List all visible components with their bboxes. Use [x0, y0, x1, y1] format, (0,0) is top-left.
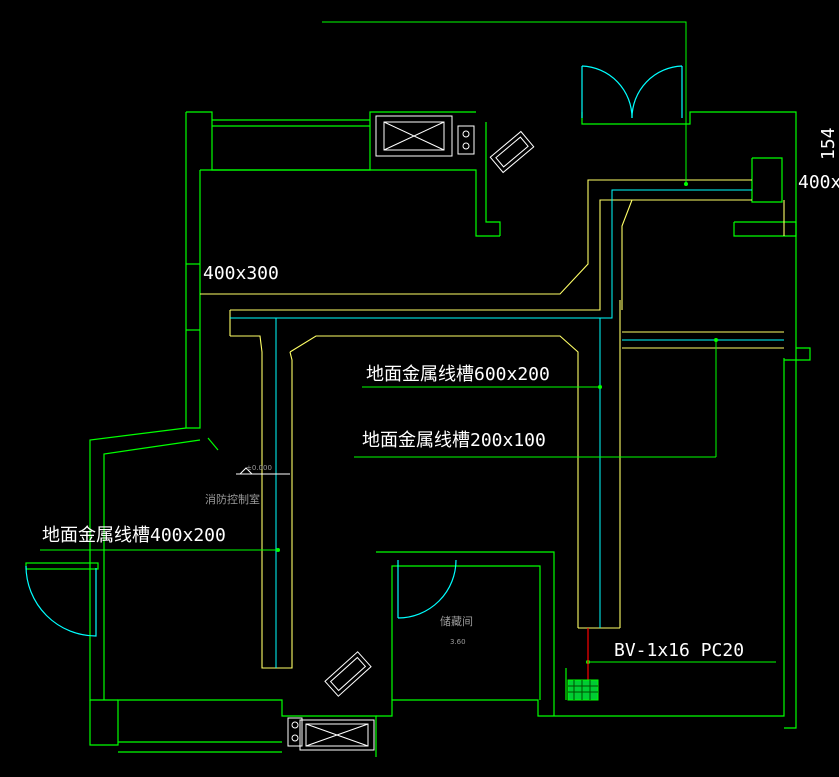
label-200x100: 地面金属线槽200x100 [362, 430, 546, 451]
left-wall-inner [103, 439, 201, 700]
dot [714, 338, 718, 342]
storage-door [397, 559, 457, 619]
leader-top [322, 21, 687, 184]
top-double-door-left [581, 65, 633, 119]
dot [684, 182, 688, 186]
label-room-fire-control: 消防控制室 [205, 492, 260, 506]
label-400x200: 地面金属线槽400x200 [42, 525, 226, 546]
dot [276, 548, 280, 552]
label-cable-spec: BV-1x16 PC20 [614, 640, 744, 661]
duct-box [751, 157, 783, 203]
ac-knob [291, 734, 299, 742]
top-wall [186, 111, 476, 171]
right-wall-short [784, 347, 811, 361]
label-edge-dim: 400x [798, 172, 839, 193]
storage-wall-inner [391, 565, 541, 700]
cable-right [600, 189, 752, 319]
wall-corner [207, 437, 219, 451]
label-room-storage: 储藏间 [440, 614, 473, 628]
label-400x300: 400x300 [203, 263, 279, 284]
ac-ctrl-top [457, 125, 475, 155]
ac-knob [462, 142, 470, 150]
tray-right-branch [621, 199, 633, 310]
label-600x200: 地面金属线槽600x200 [366, 364, 550, 385]
storage-wall [376, 551, 555, 716]
tilted-fixture-top [489, 130, 535, 174]
left-door-frame [25, 562, 99, 570]
cad-floor-plan: 400x300 地面金属线槽600x200 地面金属线槽200x100 地面金属… [25, 21, 839, 757]
trays [200, 179, 785, 669]
leader-dots [276, 182, 718, 664]
label-room-height: 3.60 [450, 638, 466, 646]
label-edge-dim-rotated: 154 [818, 127, 839, 160]
room-notch-top [200, 169, 500, 237]
right-stub [733, 221, 797, 237]
grounding-box [567, 679, 599, 701]
ac-knob [462, 130, 470, 138]
bottom-left-wall [89, 699, 377, 757]
top-double-door-right [631, 65, 683, 119]
dot [598, 385, 602, 389]
left-entry-door [25, 565, 97, 637]
ac-knob [291, 721, 299, 729]
cables [230, 189, 784, 668]
tilted-fixture-bottom [324, 651, 372, 697]
room-notch-top2 [485, 122, 501, 236]
right-wall [784, 358, 797, 729]
top-wall-right [581, 111, 797, 358]
label-elevation: ±0.000 [246, 464, 272, 472]
left-wall-upper [185, 112, 201, 429]
